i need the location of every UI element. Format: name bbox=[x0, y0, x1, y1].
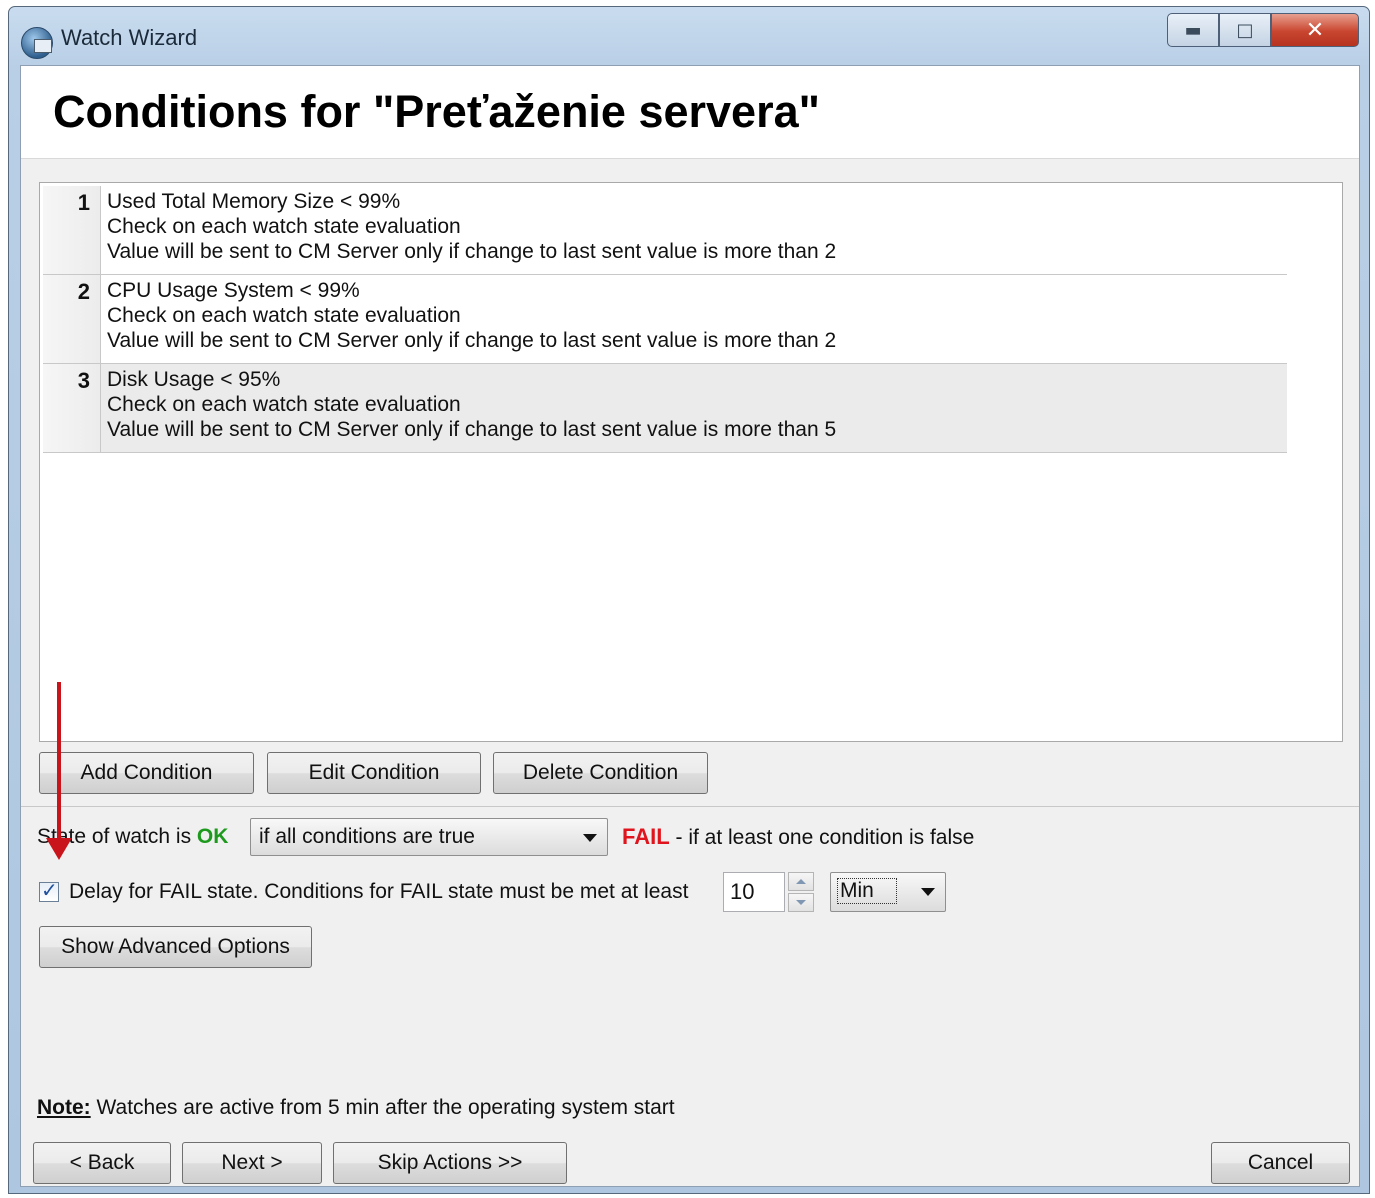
window-title: Watch Wizard bbox=[61, 25, 198, 50]
delay-fail-checkbox[interactable]: ✓ bbox=[39, 878, 59, 902]
delay-value-input[interactable]: 10 bbox=[723, 872, 785, 912]
condition-check-text: Check on each watch state evaluation bbox=[107, 215, 461, 238]
minimize-button[interactable]: ▬ bbox=[1167, 13, 1219, 47]
condition-check-text: Check on each watch state evaluation bbox=[107, 393, 461, 416]
watch-wizard-window: Watch Wizard ▬ □ ✕ Conditions for "Preťa… bbox=[8, 6, 1370, 1194]
minimize-icon: ▬ bbox=[1184, 19, 1202, 41]
show-advanced-options-button[interactable]: Show Advanced Options bbox=[39, 926, 312, 968]
edit-condition-button[interactable]: Edit Condition bbox=[267, 752, 481, 794]
condition-number: 1 bbox=[43, 186, 101, 274]
section-divider bbox=[21, 806, 1359, 807]
close-icon: ✕ bbox=[1305, 17, 1325, 43]
spin-down-icon[interactable] bbox=[788, 893, 814, 912]
chevron-down-icon bbox=[921, 888, 935, 896]
condition-send-text: Value will be sent to CM Server only if … bbox=[107, 418, 837, 441]
fail-label: FAIL bbox=[622, 824, 670, 849]
condition-row[interactable]: 1 Used Total Memory Size < 99% Check on … bbox=[43, 186, 1287, 275]
fail-suffix: - if at least one condition is false bbox=[669, 826, 975, 849]
next-button[interactable]: Next > bbox=[182, 1142, 322, 1184]
close-button[interactable]: ✕ bbox=[1271, 13, 1359, 47]
ok-label: OK bbox=[196, 825, 229, 848]
delay-spinner bbox=[788, 872, 814, 912]
delay-unit-select[interactable]: Min bbox=[830, 872, 946, 912]
condition-send-text: Value will be sent to CM Server only if … bbox=[107, 240, 837, 263]
condition-text: CPU Usage System < 99% bbox=[107, 279, 360, 302]
note-text: Watches are active from 5 min after the … bbox=[90, 1096, 675, 1119]
condition-number: 2 bbox=[43, 275, 101, 363]
cancel-button[interactable]: Cancel bbox=[1211, 1142, 1350, 1184]
condition-logic-select[interactable]: if all conditions are true bbox=[250, 818, 608, 856]
condition-check-text: Check on each watch state evaluation bbox=[107, 304, 461, 327]
condition-number: 3 bbox=[43, 364, 101, 452]
app-icon bbox=[21, 27, 53, 59]
maximize-icon: □ bbox=[1236, 19, 1254, 41]
skip-actions-button[interactable]: Skip Actions >> bbox=[333, 1142, 567, 1184]
window-controls: ▬ □ ✕ bbox=[1167, 13, 1359, 49]
condition-row[interactable]: 3 Disk Usage < 95% Check on each watch s… bbox=[43, 364, 1287, 453]
maximize-button[interactable]: □ bbox=[1219, 13, 1271, 47]
condition-text: Disk Usage < 95% bbox=[107, 368, 281, 391]
delay-unit-value: Min bbox=[837, 878, 897, 904]
back-button[interactable]: < Back bbox=[33, 1142, 171, 1184]
condition-send-text: Value will be sent to CM Server only if … bbox=[107, 329, 837, 352]
title-bar[interactable]: Watch Wizard ▬ □ ✕ bbox=[9, 7, 1369, 67]
annotation-arrow-icon bbox=[46, 838, 72, 860]
add-condition-button[interactable]: Add Condition bbox=[39, 752, 254, 794]
condition-row[interactable]: 2 CPU Usage System < 99% Check on each w… bbox=[43, 275, 1287, 364]
delay-fail-label: Delay for FAIL state. Conditions for FAI… bbox=[69, 880, 689, 903]
annotation-arrow-shaft bbox=[57, 682, 61, 842]
delete-condition-button[interactable]: Delete Condition bbox=[493, 752, 708, 794]
condition-logic-value: if all conditions are true bbox=[259, 825, 475, 848]
conditions-list[interactable]: 1 Used Total Memory Size < 99% Check on … bbox=[39, 182, 1343, 742]
checkmark-icon: ✓ bbox=[41, 878, 58, 902]
spin-up-icon[interactable] bbox=[788, 872, 814, 891]
fail-description: FAIL - if at least one condition is fals… bbox=[622, 824, 974, 850]
wizard-client-area: Conditions for "Preťaženie servera" 1 Us… bbox=[20, 65, 1360, 1187]
note-label: Note: bbox=[37, 1096, 91, 1119]
chevron-down-icon bbox=[583, 834, 597, 842]
header-band: Conditions for "Preťaženie servera" bbox=[21, 66, 1359, 159]
page-title: Conditions for "Preťaženie servera" bbox=[53, 86, 820, 137]
condition-text: Used Total Memory Size < 99% bbox=[107, 190, 401, 213]
note-line: Note: Watches are active from 5 min afte… bbox=[37, 1096, 675, 1120]
